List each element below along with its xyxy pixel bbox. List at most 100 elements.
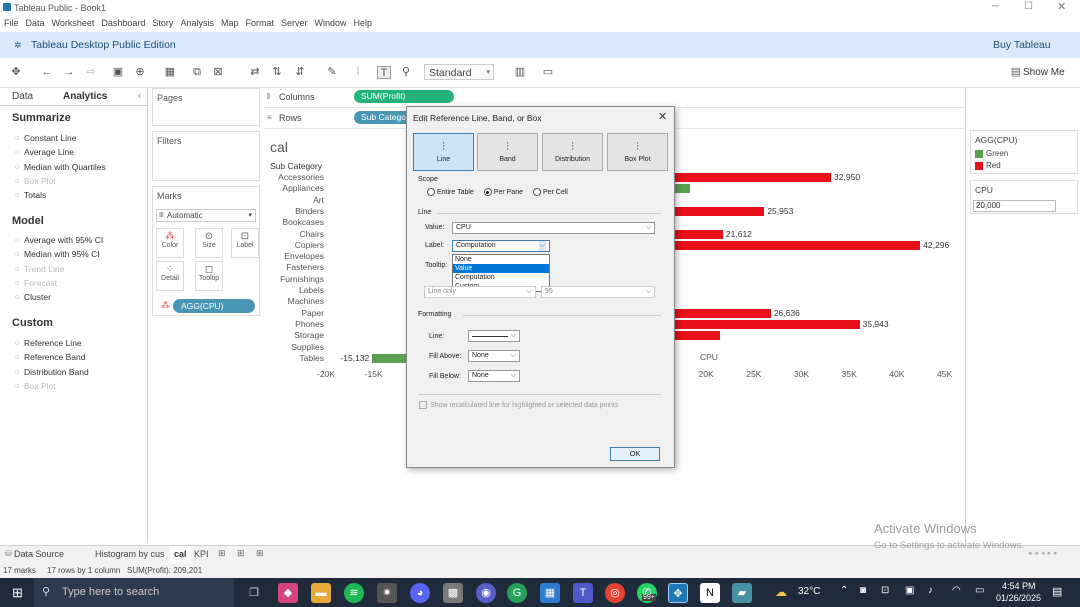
- group-icon[interactable]: ⌇: [351, 66, 365, 79]
- discord-icon[interactable]: ◕: [410, 583, 430, 603]
- fix-axes-icon[interactable]: ⚲: [399, 66, 413, 79]
- battery-icon[interactable]: ▭: [975, 585, 984, 596]
- menu-format[interactable]: Format: [245, 18, 274, 28]
- app-icon-2[interactable]: ◉: [476, 583, 496, 603]
- duplicate-icon[interactable]: ⧉: [190, 66, 204, 79]
- sheet-tab-kpi[interactable]: KPI: [194, 549, 209, 559]
- settings-icon[interactable]: ✷: [377, 583, 397, 603]
- app-icon-3[interactable]: G: [507, 583, 527, 603]
- tableau-home-icon[interactable]: ✥: [9, 66, 23, 79]
- value-dropdown[interactable]: CPU ⌵: [452, 222, 655, 234]
- menu-data[interactable]: Data: [26, 18, 45, 28]
- analytics-tab[interactable]: Analytics: [63, 91, 107, 102]
- type-line-button[interactable]: ⫶ Line: [413, 133, 474, 171]
- marks-label-button[interactable]: ⊡ Label: [231, 228, 259, 258]
- analytics-item-median-with-quartiles[interactable]: ⁘ Median with Quartiles: [14, 162, 106, 172]
- data-source-tab[interactable]: Data Source: [14, 549, 64, 559]
- sheet-tab-histogram[interactable]: Histogram by cus: [95, 549, 165, 559]
- legend-item-green[interactable]: Green: [986, 149, 1008, 158]
- dropdown-option-computation[interactable]: Computation: [453, 273, 549, 282]
- color-legend[interactable]: AGG(CPU) Green Red: [970, 130, 1078, 174]
- tray-icon-3[interactable]: ▣: [905, 585, 914, 596]
- volume-icon[interactable]: ♪: [928, 585, 933, 596]
- marks-color-button[interactable]: ⁂ Color: [156, 228, 184, 258]
- task-view-icon[interactable]: ❐: [244, 583, 264, 603]
- analytics-item-box-plot[interactable]: ⁘ Box Plot: [14, 381, 56, 391]
- scope-per-cell[interactable]: Per Cell: [532, 188, 568, 196]
- file-explorer-icon[interactable]: ▬: [311, 583, 331, 603]
- sort-asc-icon[interactable]: ⇅: [270, 66, 284, 79]
- close-icon[interactable]: ✕: [1057, 0, 1066, 13]
- marks-tooltip-button[interactable]: ◻ Tooltip: [195, 261, 223, 291]
- copilot-icon[interactable]: ◆: [278, 583, 298, 603]
- label-dropdown[interactable]: Computation ⌵: [452, 240, 550, 252]
- confidence-dropdown[interactable]: 95 ⌵: [541, 286, 655, 298]
- new-story-tab-icon[interactable]: ⊞: [256, 548, 264, 559]
- menu-story[interactable]: Story: [152, 18, 173, 28]
- fill-above-dropdown[interactable]: None ⌵: [468, 350, 520, 362]
- menu-help[interactable]: Help: [354, 18, 373, 28]
- fit-dropdown[interactable]: Standard ▾: [424, 64, 494, 80]
- new-dashboard-tab-icon[interactable]: ⊞: [237, 548, 245, 559]
- buy-tableau-link[interactable]: Buy Tableau: [993, 39, 1051, 51]
- marks-size-button[interactable]: ⊙ Size: [195, 228, 223, 258]
- analytics-item-median-with-95-ci[interactable]: ⁘ Median with 95% CI: [14, 249, 100, 259]
- save-icon[interactable]: ▣: [111, 66, 125, 79]
- scope-entire-table[interactable]: Entire Table: [427, 188, 474, 196]
- analytics-item-reference-line[interactable]: ⁘ Reference Line: [14, 338, 82, 348]
- analytics-item-distribution-band[interactable]: ⁘ Distribution Band: [14, 367, 89, 377]
- marks-detail-button[interactable]: ⁘ Detail: [156, 261, 184, 291]
- taskbar-search[interactable]: ⚲ Type here to search: [34, 578, 234, 607]
- menu-server[interactable]: Server: [281, 18, 308, 28]
- app-icon-1[interactable]: ▩: [443, 583, 463, 603]
- view-cards-icon[interactable]: ▥: [513, 66, 527, 79]
- data-tab[interactable]: Data: [12, 91, 33, 102]
- tray-icon-1[interactable]: ◙: [860, 585, 866, 596]
- analytics-item-average-with-95-ci[interactable]: ⁘ Average with 95% CI: [14, 235, 103, 245]
- agg-cpu-pill[interactable]: AGG(CPU): [173, 299, 255, 313]
- tableau-taskbar-icon[interactable]: ✥: [668, 583, 688, 603]
- dropdown-option-none[interactable]: None: [453, 255, 549, 264]
- show-labels-icon[interactable]: T: [377, 66, 391, 79]
- wifi-icon[interactable]: ◠: [952, 585, 961, 596]
- filters-card[interactable]: Filters: [152, 131, 260, 181]
- analytics-item-trend-line[interactable]: ⁘ Trend Line: [14, 264, 64, 274]
- mark-type-dropdown[interactable]: Ⅲ Automatic ▾: [156, 209, 256, 222]
- notion-icon[interactable]: N: [700, 583, 720, 603]
- chrome-icon[interactable]: ◎: [605, 583, 625, 603]
- tray-icon-2[interactable]: ⊡: [881, 585, 889, 596]
- analytics-item-reference-band[interactable]: ⁘ Reference Band: [14, 352, 85, 362]
- fill-below-dropdown[interactable]: None ⌵: [468, 370, 520, 382]
- windows-start-icon[interactable]: ⊞: [12, 585, 23, 601]
- menu-map[interactable]: Map: [221, 18, 239, 28]
- clear-sheet-icon[interactable]: ⊠: [211, 66, 225, 79]
- type-band-button[interactable]: ⫶ Band: [477, 133, 538, 171]
- line-only-dropdown[interactable]: Line only ⌵: [424, 286, 536, 298]
- menu-window[interactable]: Window: [315, 18, 347, 28]
- tray-expand-icon[interactable]: ⌃: [840, 585, 848, 596]
- spotify-icon[interactable]: ≋: [344, 583, 364, 603]
- legend-item-red[interactable]: Red: [986, 161, 1001, 170]
- menu-file[interactable]: File: [4, 18, 19, 28]
- new-datasource-icon[interactable]: ⊕: [133, 66, 147, 79]
- menu-dashboard[interactable]: Dashboard: [101, 18, 145, 28]
- sort-desc-icon[interactable]: ⇵: [293, 66, 307, 79]
- show-me-button[interactable]: Show Me: [1023, 67, 1065, 78]
- type-distribution-button[interactable]: ⫶ Distribution: [542, 133, 603, 171]
- replay-icon[interactable]: ⇨: [84, 66, 98, 79]
- maximize-icon[interactable]: ☐: [1024, 1, 1033, 12]
- highlight-icon[interactable]: ✎: [325, 66, 339, 79]
- analytics-item-box-plot[interactable]: ⁘ Box Plot: [14, 176, 56, 186]
- type-boxplot-button[interactable]: ⫶ Box Plot: [607, 133, 668, 171]
- ok-button[interactable]: OK: [610, 447, 660, 461]
- teams-icon[interactable]: T: [573, 583, 593, 603]
- line-style-dropdown[interactable]: ⌵: [468, 330, 520, 342]
- presentation-icon[interactable]: ▭: [541, 66, 555, 79]
- minimize-icon[interactable]: ─: [992, 1, 999, 12]
- scope-per-pane[interactable]: Per Pane: [483, 188, 523, 196]
- redo-icon[interactable]: →: [62, 66, 76, 79]
- undo-icon[interactable]: ←: [40, 66, 54, 79]
- analytics-item-totals[interactable]: ⁘ Totals: [14, 190, 46, 200]
- new-worksheet-icon[interactable]: ▦: [163, 66, 177, 79]
- cpu-parameter-input[interactable]: 20,000: [973, 200, 1056, 212]
